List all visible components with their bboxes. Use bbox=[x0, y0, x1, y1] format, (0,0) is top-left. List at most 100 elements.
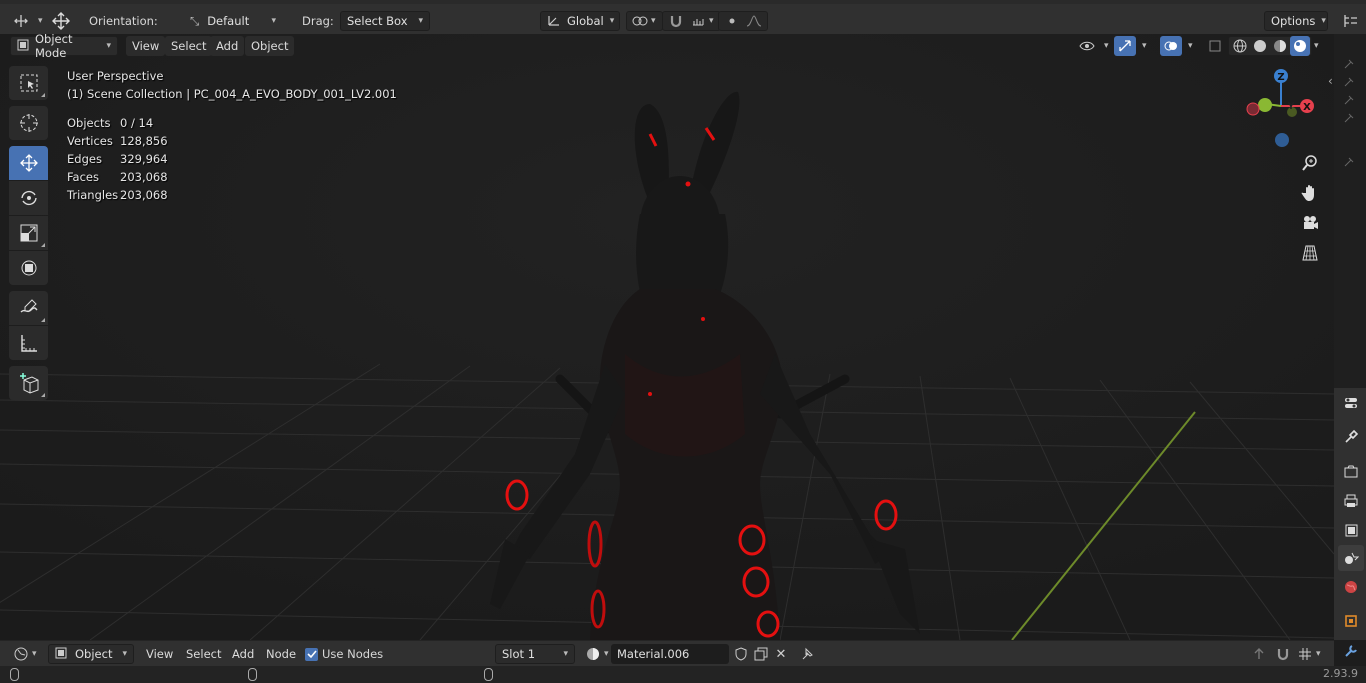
material-name-field[interactable]: Material.006 bbox=[611, 644, 729, 664]
zoom-button[interactable] bbox=[1296, 148, 1324, 178]
gizmo-toggle[interactable]: ▾ bbox=[1114, 36, 1147, 56]
stat-row: Vertices 128,856 bbox=[67, 132, 397, 150]
duplicate-material-button[interactable] bbox=[750, 644, 772, 664]
snap-group[interactable]: ▾ bbox=[662, 11, 721, 31]
browse-material-button[interactable]: ▾ bbox=[582, 644, 609, 664]
blender-version: 2.93.9 bbox=[1323, 667, 1358, 680]
pin-icon[interactable] bbox=[1342, 154, 1356, 171]
view-layer-properties-tab[interactable] bbox=[1338, 517, 1364, 543]
material-slot-dropdown[interactable]: Slot 1 ▾ bbox=[495, 644, 575, 664]
viewport-info-overlay: User Perspective (1) Scene Collection | … bbox=[67, 67, 397, 204]
chevron-down-icon: ▾ bbox=[651, 16, 656, 26]
neg-x-axis-handle[interactable] bbox=[1246, 102, 1260, 116]
viewport-header: Object Mode ▾ View Select Add Object ▾ ▾… bbox=[0, 34, 1334, 60]
node-menu[interactable]: Node bbox=[260, 644, 302, 664]
orientation-dropdown[interactable]: ⤡ Default ▾ bbox=[184, 11, 282, 31]
stat-label: Vertices bbox=[67, 134, 113, 148]
z-axis-label: Z bbox=[1277, 72, 1284, 83]
proportional-editing-group[interactable] bbox=[718, 11, 768, 31]
annotate-tool[interactable] bbox=[9, 291, 48, 325]
pivot-point-dropdown[interactable]: ▾ bbox=[626, 11, 663, 31]
cursor-icon bbox=[19, 114, 38, 132]
y-axis-handle[interactable] bbox=[1258, 98, 1272, 112]
node-snap-button[interactable] bbox=[1272, 644, 1294, 664]
node-view-menu[interactable]: View bbox=[140, 644, 179, 664]
drag-dropdown[interactable]: Select Box ▾ bbox=[340, 11, 430, 31]
output-properties-tab[interactable] bbox=[1338, 488, 1364, 514]
cursor-tool[interactable] bbox=[9, 106, 48, 140]
transform-orientation-dropdown[interactable]: Global ▾ bbox=[540, 11, 620, 31]
chevron-left-icon[interactable]: ‹ bbox=[1328, 74, 1333, 88]
xray-toggle[interactable] bbox=[1204, 36, 1226, 56]
stat-value: 0 / 14 bbox=[120, 116, 154, 130]
wrench-screwdriver-icon bbox=[1345, 429, 1359, 443]
node-snap-target-dropdown[interactable]: ▾ bbox=[1294, 644, 1321, 664]
perspective-toggle-button[interactable] bbox=[1296, 238, 1324, 268]
node-select-menu[interactable]: Select bbox=[180, 644, 227, 664]
select-menu[interactable]: Select bbox=[165, 36, 213, 56]
add-menu[interactable]: Add bbox=[210, 36, 245, 56]
outliner-toggle-button[interactable] bbox=[1340, 11, 1362, 31]
shading-options-dropdown[interactable]: ▾ bbox=[1308, 36, 1319, 56]
parent-node-tree-button[interactable] bbox=[1248, 644, 1270, 664]
rendered-shading-icon[interactable] bbox=[1290, 36, 1310, 56]
pin-node-tree-button[interactable] bbox=[796, 644, 818, 664]
select-box-tool[interactable] bbox=[9, 66, 48, 100]
tool-properties-tab[interactable] bbox=[1338, 390, 1364, 416]
pan-button[interactable] bbox=[1296, 178, 1324, 208]
magnet-snap-icon[interactable] bbox=[665, 11, 687, 31]
view-menu[interactable]: View bbox=[126, 36, 166, 56]
chevron-down-icon: ▾ bbox=[609, 16, 615, 26]
3d-viewport[interactable]: Object Mode ▾ View Select Add Object ▾ ▾… bbox=[0, 34, 1334, 640]
shading-group[interactable] bbox=[1228, 36, 1312, 56]
object-menu[interactable]: Object bbox=[245, 36, 295, 56]
chevron-down-icon: ▾ bbox=[709, 16, 714, 26]
active-tool-tab[interactable] bbox=[1338, 424, 1364, 450]
editor-type-button[interactable]: ▾ bbox=[10, 11, 43, 31]
stat-label: Objects bbox=[67, 116, 111, 130]
shader-type-dropdown[interactable]: Object ▾ bbox=[48, 644, 134, 664]
neg-z-axis-handle[interactable] bbox=[1275, 133, 1289, 147]
overlays-toggle[interactable]: ▾ bbox=[1160, 36, 1193, 56]
xray-icon bbox=[1204, 36, 1226, 56]
visibility-dropdown[interactable]: ▾ bbox=[1076, 36, 1109, 56]
render-properties-tab[interactable] bbox=[1338, 459, 1364, 485]
world-icon bbox=[1345, 581, 1357, 593]
pin-icon[interactable] bbox=[1342, 56, 1356, 149]
material-name-value: Material.006 bbox=[611, 644, 729, 664]
object-mode-dropdown[interactable]: Object Mode ▾ bbox=[10, 34, 118, 60]
navigation-gizmo[interactable]: Z X Y bbox=[1240, 64, 1320, 154]
move-tool-button[interactable] bbox=[50, 11, 72, 31]
move-tool[interactable] bbox=[9, 146, 48, 180]
material-sphere-icon bbox=[582, 644, 604, 664]
chevron-down-icon: ▾ bbox=[32, 649, 37, 659]
add-cube-tool[interactable] bbox=[9, 366, 48, 400]
transform-tool[interactable] bbox=[9, 251, 48, 285]
rotate-tool[interactable] bbox=[9, 181, 48, 215]
scale-tool[interactable] bbox=[9, 216, 48, 250]
wireframe-shading-icon[interactable] bbox=[1230, 36, 1250, 56]
measure-tool[interactable] bbox=[9, 326, 48, 360]
unlink-material-button[interactable]: ✕ bbox=[770, 644, 792, 664]
proportional-editing-icon[interactable] bbox=[721, 11, 743, 31]
modifier-properties-tab[interactable] bbox=[1338, 638, 1364, 664]
snap-increment-icon[interactable] bbox=[687, 11, 709, 31]
camera-view-button[interactable] bbox=[1296, 208, 1324, 238]
falloff-curve-icon[interactable] bbox=[743, 11, 765, 31]
editor-type-dropdown[interactable]: ▾ bbox=[10, 644, 37, 664]
node-add-menu[interactable]: Add bbox=[226, 644, 260, 664]
solid-shading-icon[interactable] bbox=[1250, 36, 1270, 56]
material-preview-icon[interactable] bbox=[1270, 36, 1290, 56]
mouse-right-icon bbox=[484, 668, 493, 681]
object-properties-tab[interactable] bbox=[1338, 608, 1364, 634]
chevron-down-icon: ▾ bbox=[106, 41, 111, 51]
orientation-value: Default bbox=[207, 14, 250, 28]
use-nodes-toggle[interactable]: Use Nodes bbox=[305, 644, 383, 664]
scene-properties-tab[interactable] bbox=[1338, 545, 1364, 571]
tool-shelf bbox=[9, 66, 50, 406]
fake-user-button[interactable] bbox=[730, 644, 752, 664]
right-sidebar-strip: ‹ bbox=[1328, 34, 1366, 657]
options-dropdown[interactable]: Options ▾ bbox=[1264, 11, 1328, 31]
world-properties-tab[interactable] bbox=[1338, 574, 1364, 600]
shader-type-value: Object bbox=[75, 647, 113, 661]
